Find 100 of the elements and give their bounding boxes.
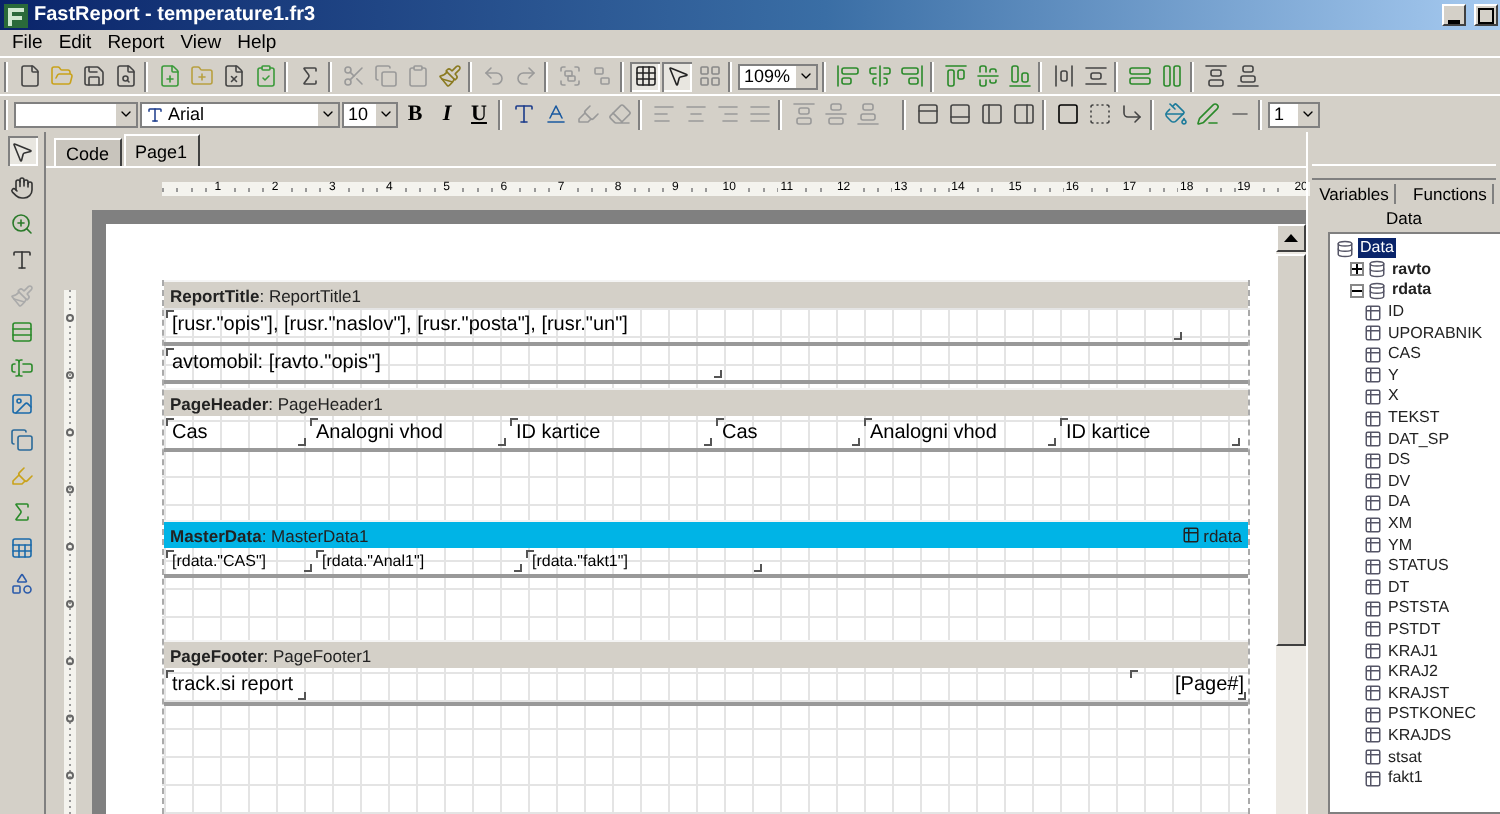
- tree-item[interactable]: KRAJ1: [1386, 641, 1440, 662]
- menu-item[interactable]: Help: [229, 32, 285, 54]
- tree-item[interactable]: TEKST: [1386, 408, 1442, 429]
- shapes-icon[interactable]: [7, 568, 37, 598]
- maximize-button[interactable]: [1474, 4, 1498, 26]
- page-tab[interactable]: Page1: [123, 134, 200, 166]
- zoom-in-icon[interactable]: [7, 208, 37, 238]
- style-combo[interactable]: [14, 101, 138, 127]
- text-object[interactable]: [rdata."Anal1"]: [314, 548, 524, 574]
- band-header[interactable]: MasterData: MasterData1 rdata: [164, 520, 1248, 548]
- tree-item[interactable]: KRAJDS: [1386, 725, 1454, 746]
- expand-toggle[interactable]: [1350, 262, 1364, 277]
- menu-item[interactable]: Report: [99, 32, 173, 54]
- fill-bucket-icon[interactable]: [1160, 99, 1190, 129]
- tree-item[interactable]: STATUS: [1386, 556, 1451, 577]
- snap-pointer-icon[interactable]: [662, 61, 692, 91]
- grid-icon[interactable]: [630, 61, 660, 91]
- text-object[interactable]: track.si report: [164, 668, 308, 702]
- align-right-edges-icon[interactable]: [896, 61, 926, 91]
- tree-item[interactable]: XM: [1386, 514, 1414, 535]
- tree-item[interactable]: ID: [1386, 302, 1406, 323]
- text-object[interactable]: [rdata."CAS"]: [164, 548, 314, 574]
- menu-item[interactable]: Edit: [50, 32, 100, 54]
- copy-icon[interactable]: [370, 61, 400, 91]
- vertical-scrollbar[interactable]: [1276, 224, 1306, 814]
- valign-bottom-icon[interactable]: [852, 99, 882, 129]
- font-combo[interactable]: Arial: [140, 101, 340, 127]
- tree-item[interactable]: PSTSTA: [1386, 598, 1452, 619]
- tree-item[interactable]: DAT_SP: [1386, 429, 1452, 450]
- align-tops-icon[interactable]: [940, 61, 970, 91]
- align-centers-icon[interactable]: [864, 61, 894, 91]
- collapse-toggle[interactable]: [1350, 283, 1364, 298]
- bold-button[interactable]: B: [400, 99, 430, 129]
- text-object[interactable]: avtomobil: [ravto."opis"]: [164, 346, 724, 380]
- highlight-icon[interactable]: [572, 99, 602, 129]
- tree-item[interactable]: YM: [1386, 535, 1414, 556]
- tree-item[interactable]: DA: [1386, 492, 1413, 513]
- frame-pen-icon[interactable]: [1192, 99, 1222, 129]
- paintbrush-icon[interactable]: [434, 61, 464, 91]
- save-icon[interactable]: [78, 61, 108, 91]
- scroll-thumb[interactable]: [1276, 254, 1306, 646]
- text-object[interactable]: Analogni vhod: [308, 416, 508, 448]
- tree-item[interactable]: PSTDT: [1386, 619, 1443, 640]
- menu-item[interactable]: File: [4, 32, 51, 54]
- space-vertical-icon[interactable]: [1080, 61, 1110, 91]
- tree-item[interactable]: DS: [1386, 450, 1413, 471]
- tree-item[interactable]: rdata: [1390, 280, 1434, 301]
- panel-tab[interactable]: Variables: [1313, 184, 1397, 204]
- panel-tab[interactable]: Functions: [1407, 184, 1495, 204]
- text-object[interactable]: [rusr."opis"], [rusr."naslov"], [rusr."posta"], [rusr."un"]: [164, 308, 1184, 342]
- stretch-horizontal-icon[interactable]: [1124, 61, 1154, 91]
- text-object[interactable]: Cas: [714, 416, 862, 448]
- menu-item[interactable]: View: [172, 32, 230, 54]
- text-object[interactable]: [Page#]: [1128, 668, 1248, 702]
- tree-item[interactable]: ravto: [1390, 259, 1434, 280]
- pointer-icon[interactable]: [7, 136, 37, 166]
- valign-top-icon[interactable]: [788, 99, 818, 129]
- align-middles-icon[interactable]: [972, 61, 1002, 91]
- tree-item[interactable]: DT: [1386, 577, 1412, 598]
- frame-width-combo[interactable]: 1: [1268, 101, 1320, 127]
- text-object[interactable]: [rdata."fakt1"]: [524, 548, 764, 574]
- panel-grip[interactable]: [1312, 164, 1496, 180]
- no-border-icon[interactable]: [1084, 99, 1114, 129]
- tree-item[interactable]: CAS: [1386, 344, 1423, 365]
- right-border-icon[interactable]: [1008, 99, 1038, 129]
- valign-center-icon[interactable]: [820, 99, 850, 129]
- band-header[interactable]: PageFooter: PageFooter1: [164, 640, 1248, 668]
- tree-item[interactable]: stsat: [1386, 747, 1424, 768]
- tree-item[interactable]: KRAJ2: [1386, 662, 1440, 683]
- align-bottoms-icon[interactable]: [1004, 61, 1034, 91]
- hand-icon[interactable]: [7, 172, 37, 202]
- top-border-icon[interactable]: [912, 99, 942, 129]
- picture-icon[interactable]: [7, 388, 37, 418]
- all-borders-icon[interactable]: [1052, 99, 1082, 129]
- text-object[interactable]: ID kartice: [508, 416, 714, 448]
- same-height-icon[interactable]: [1232, 61, 1262, 91]
- band-header[interactable]: PageHeader: PageHeader1: [164, 388, 1248, 416]
- page-tab[interactable]: Code: [54, 138, 122, 166]
- align-left-edges-icon[interactable]: [832, 61, 862, 91]
- band-header[interactable]: ReportTitle: ReportTitle1: [164, 280, 1248, 308]
- text-object[interactable]: Analogni vhod: [862, 416, 1058, 448]
- band-icon[interactable]: [7, 316, 37, 346]
- scroll-up-icon[interactable]: [1284, 234, 1298, 242]
- subreport-icon[interactable]: [7, 424, 37, 454]
- tree-item[interactable]: KRAJST: [1386, 683, 1452, 704]
- tree-item[interactable]: UPORABNIK: [1386, 323, 1485, 344]
- tree-item[interactable]: DV: [1386, 471, 1413, 492]
- underline-button[interactable]: U: [464, 99, 494, 129]
- tree-item[interactable]: PSTKONEC: [1386, 704, 1479, 725]
- tree-item[interactable]: Y: [1386, 365, 1401, 386]
- tree-item[interactable]: X: [1386, 386, 1401, 407]
- left-border-icon[interactable]: [976, 99, 1006, 129]
- same-width-icon[interactable]: [1200, 61, 1230, 91]
- sheet-icon[interactable]: [7, 532, 37, 562]
- font-size-combo[interactable]: 10: [342, 101, 398, 127]
- tree-item[interactable]: fakt1: [1386, 768, 1425, 789]
- zoom-combo[interactable]: 109%: [738, 63, 818, 89]
- cut-icon[interactable]: [338, 61, 368, 91]
- text-object[interactable]: ID kartice: [1058, 416, 1242, 448]
- italic-button[interactable]: I: [432, 99, 462, 129]
